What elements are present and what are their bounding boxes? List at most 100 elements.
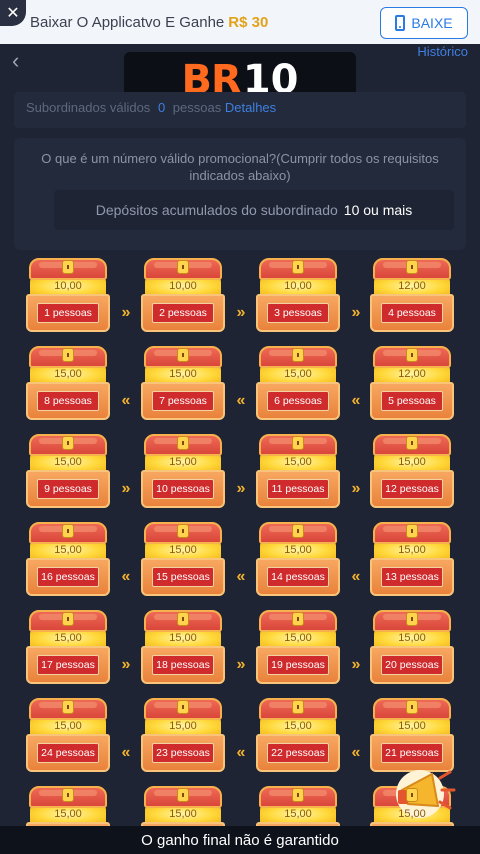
chevron-double-right-icon: »: [236, 656, 246, 673]
chest-value: 10,00: [284, 280, 312, 292]
lock-icon: [406, 348, 418, 362]
reward-chest[interactable]: 12,00 5 pessoas: [370, 346, 454, 422]
lock-icon: [292, 436, 304, 450]
lock-icon: [62, 436, 74, 450]
chest-body: 8 pessoas: [26, 382, 110, 420]
chevron-double-left-icon: «: [236, 568, 246, 585]
reward-chest[interactable]: 15,00 9 pessoas: [26, 434, 110, 510]
app-screen: { "banner": { "text": "Baixar O Applicat…: [0, 0, 480, 854]
reward-chest[interactable]: 15,00 20 pessoas: [370, 610, 454, 686]
reward-chest[interactable]: 15,00 23 pessoas: [141, 698, 225, 774]
chest-value: 12,00: [398, 280, 426, 292]
subordinates-row: Subordinados válidos 0 pessoas Detalhes: [14, 92, 466, 128]
chevron-double-right-icon: »: [121, 480, 131, 497]
chest-value: 15,00: [169, 720, 197, 732]
reward-chest[interactable]: 12,00 4 pessoas: [370, 258, 454, 334]
reward-chest[interactable]: 15,00 13 pessoas: [370, 522, 454, 598]
reward-chest[interactable]: 15,00 7 pessoas: [141, 346, 225, 422]
chest-body: 10 pessoas: [141, 470, 225, 508]
chest-label: 10 pessoas: [152, 479, 214, 499]
reward-chest[interactable]: 15,00 15 pessoas: [141, 522, 225, 598]
chest-label: 24 pessoas: [37, 743, 99, 763]
reward-chest[interactable]: 15,00 11 pessoas: [256, 434, 340, 510]
chest-body: 17 pessoas: [26, 646, 110, 684]
lock-icon: [406, 700, 418, 714]
chevron-left-icon[interactable]: ‹: [12, 48, 19, 74]
banner-message: Baixar O Applicatvo E Ganhe: [30, 13, 225, 31]
chest-label: 8 pessoas: [37, 391, 99, 411]
reward-chest[interactable]: 15,00 12 pessoas: [370, 434, 454, 510]
caption-text: O ganho final não é garantido: [141, 832, 339, 849]
reward-chest[interactable]: 15,00 17 pessoas: [26, 610, 110, 686]
chest-value: 15,00: [54, 544, 82, 556]
chevron-double-left-icon: «: [351, 744, 361, 761]
subordinates-label: Subordinados válidos: [26, 100, 151, 115]
chest-label: 20 pessoas: [381, 655, 443, 675]
chest-body: 6 pessoas: [256, 382, 340, 420]
download-button-label: BAIXE: [411, 15, 453, 31]
download-banner: ✕ Baixar O Applicatvo E Ganhe R$ 30 BAIXE: [0, 0, 480, 44]
lock-icon: [406, 788, 418, 802]
lock-icon: [292, 612, 304, 626]
reward-chest[interactable]: 10,00 3 pessoas: [256, 258, 340, 334]
chest-value: 15,00: [169, 456, 197, 468]
close-icon[interactable]: ✕: [0, 0, 26, 26]
chest-label: 6 pessoas: [267, 391, 329, 411]
reward-chest[interactable]: 15,00 18 pessoas: [141, 610, 225, 686]
download-button[interactable]: BAIXE: [380, 7, 468, 39]
lock-icon: [406, 612, 418, 626]
chest-label: 11 pessoas: [267, 479, 329, 499]
chest-body: 16 pessoas: [26, 558, 110, 596]
lock-icon: [62, 612, 74, 626]
reward-chest[interactable]: 15,00 6 pessoas: [256, 346, 340, 422]
reward-chest[interactable]: 15,00 22 pessoas: [256, 698, 340, 774]
chest-value: 15,00: [54, 808, 82, 820]
chest-value: 15,00: [284, 720, 312, 732]
chest-value: 15,00: [398, 456, 426, 468]
lock-icon: [292, 700, 304, 714]
chest-value: 15,00: [284, 808, 312, 820]
chest-body: 3 pessoas: [256, 294, 340, 332]
chevron-double-left-icon: «: [121, 568, 131, 585]
reward-chest[interactable]: 15,00 8 pessoas: [26, 346, 110, 422]
history-link[interactable]: Histórico: [417, 44, 468, 59]
chest-value: 12,00: [398, 368, 426, 380]
details-link[interactable]: Detalhes: [225, 100, 276, 115]
reward-chest[interactable]: 10,00 2 pessoas: [141, 258, 225, 334]
chevron-double-left-icon: «: [351, 568, 361, 585]
chest-label: 1 pessoas: [37, 303, 99, 323]
chevron-double-left-icon: «: [351, 392, 361, 409]
chevron-double-right-icon: »: [351, 480, 361, 497]
reward-chest[interactable]: 15,00 16 pessoas: [26, 522, 110, 598]
reward-chest[interactable]: 15,00 24 pessoas: [26, 698, 110, 774]
chest-body: 12 pessoas: [370, 470, 454, 508]
chest-label: 19 pessoas: [267, 655, 329, 675]
lock-icon: [177, 612, 189, 626]
chest-value: 15,00: [398, 808, 426, 820]
chest-label: 2 pessoas: [152, 303, 214, 323]
chest-value: 15,00: [398, 632, 426, 644]
chevron-double-left-icon: «: [121, 392, 131, 409]
chest-label: 16 pessoas: [37, 567, 99, 587]
chest-label: 5 pessoas: [381, 391, 443, 411]
chest-label: 12 pessoas: [381, 479, 443, 499]
reward-chest[interactable]: 15,00 19 pessoas: [256, 610, 340, 686]
chest-value: 15,00: [169, 632, 197, 644]
chest-label: 4 pessoas: [381, 303, 443, 323]
reward-chest[interactable]: 15,00 10 pessoas: [141, 434, 225, 510]
banner-text: Baixar O Applicatvo E Ganhe R$ 30: [30, 14, 268, 31]
requirements-question: O que é um número válido promocional?(Cu…: [41, 151, 439, 183]
reward-chest[interactable]: 10,00 1 pessoas: [26, 258, 110, 334]
chest-body: 1 pessoas: [26, 294, 110, 332]
lock-icon: [62, 524, 74, 538]
chevron-double-right-icon: »: [121, 304, 131, 321]
lock-icon: [292, 260, 304, 274]
lock-icon: [177, 436, 189, 450]
phone-icon: [395, 15, 406, 31]
chest-label: 23 pessoas: [152, 743, 214, 763]
chest-body: 11 pessoas: [256, 470, 340, 508]
lock-icon: [177, 348, 189, 362]
lock-icon: [177, 524, 189, 538]
chest-value: 15,00: [169, 368, 197, 380]
reward-chest[interactable]: 15,00 14 pessoas: [256, 522, 340, 598]
